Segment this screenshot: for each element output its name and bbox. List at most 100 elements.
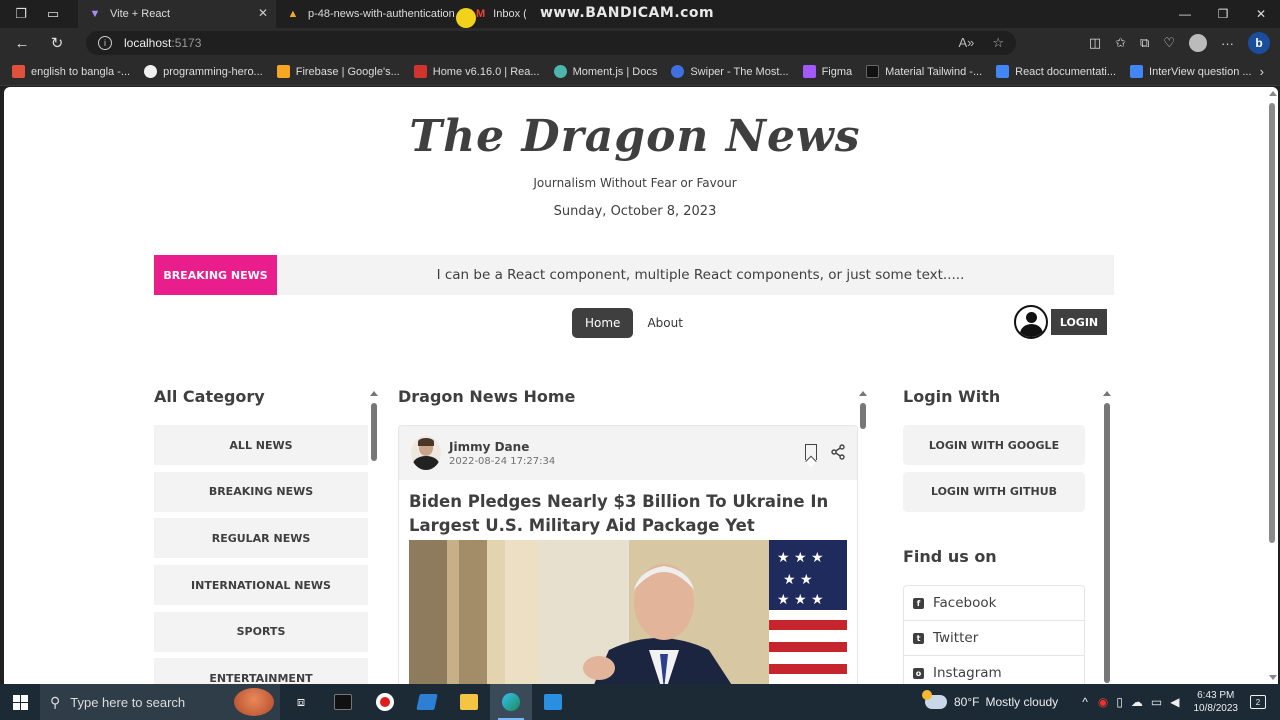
file-explorer-icon[interactable] (448, 684, 490, 720)
bookmark-label: english to bangla -... (31, 65, 131, 78)
url-port: :5173 (171, 36, 202, 50)
category-sports[interactable]: SPORTS (154, 611, 368, 652)
bookmark-label: Material Tailwind -... (885, 65, 983, 78)
close-window-icon[interactable]: ✕ (1242, 0, 1280, 28)
published-date: 2022-08-24 17:27:34 (449, 455, 556, 467)
bandicam-app-icon[interactable] (364, 684, 406, 720)
bookmark-item[interactable]: React documentati... (996, 65, 1116, 78)
instagram-link[interactable]: o Instagram (904, 656, 1084, 684)
facebook-link[interactable]: f Facebook (904, 586, 1084, 621)
news-scrollbar[interactable] (859, 391, 867, 431)
bookmark-item[interactable]: english to bangla -... (12, 65, 130, 78)
back-icon[interactable]: ← (9, 30, 35, 56)
search-placeholder: Type here to search (70, 694, 186, 710)
show-hidden-icons[interactable]: ^ (1082, 695, 1088, 709)
url-field[interactable]: i localhost:5173 A» ☆ (86, 31, 1016, 55)
right-scrollbar[interactable] (1103, 391, 1111, 683)
weather-temp[interactable]: 80°F (954, 695, 979, 709)
weather-cloudy-icon[interactable] (922, 690, 947, 709)
instagram-icon: o (913, 667, 924, 679)
news-home-title: Dragon News Home (398, 387, 576, 406)
breaking-news-badge[interactable]: BREAKING NEWS (154, 255, 277, 295)
terminal-app-icon[interactable] (322, 684, 364, 720)
bookmark-item[interactable]: Material Tailwind -... (866, 65, 982, 78)
page-scrollbar[interactable] (1266, 87, 1278, 684)
favorites-icon[interactable]: ✩ (1115, 35, 1126, 51)
category-breaking-news[interactable]: BREAKING NEWS (154, 471, 368, 512)
favorite-star-icon[interactable]: ☆ (992, 35, 1004, 51)
split-screen-icon[interactable]: ◫ (1089, 35, 1101, 51)
moment-icon (553, 65, 567, 78)
collections-icon[interactable]: ⧉ (1140, 35, 1149, 51)
author-name: Jimmy Dane (449, 439, 530, 454)
minimize-icon[interactable]: — (1166, 0, 1204, 28)
search-highlight-icon (234, 688, 274, 716)
user-avatar-icon[interactable] (1014, 305, 1048, 339)
notes-app-icon[interactable] (406, 684, 448, 720)
weather-desc[interactable]: Mostly cloudy (985, 695, 1058, 709)
workspaces-icon[interactable]: ❐ (10, 3, 32, 25)
all-category-title: All Category (154, 387, 265, 406)
author-avatar (411, 436, 441, 470)
category-international-news[interactable]: INTERNATIONAL NEWS (154, 565, 368, 606)
vite-icon: ▼ (89, 8, 101, 20)
read-aloud-icon[interactable]: A» (958, 35, 974, 51)
github-icon (144, 65, 158, 78)
more-menu-icon[interactable]: ··· (1221, 36, 1234, 51)
login-with-title: Login With (903, 387, 1001, 406)
maximize-icon[interactable]: ❐ (1204, 0, 1242, 28)
nav-about-link[interactable]: About (647, 316, 682, 330)
info-icon[interactable]: i (98, 36, 112, 50)
news-image: ★ ★ ★ ★ ★ ★ ★ ★ (409, 540, 847, 684)
start-button[interactable] (0, 684, 40, 720)
tab-news-auth[interactable]: ▲ p-48-news-with-authentication (276, 0, 466, 28)
chevron-right-icon[interactable]: › (1260, 64, 1264, 79)
bookmark-item[interactable]: Swiper - The Most... (671, 65, 789, 78)
category-entertainment[interactable]: ENTERTAINMENT (154, 658, 368, 684)
volume-icon[interactable]: ◀ (1170, 695, 1179, 709)
profile-avatar[interactable] (1189, 34, 1207, 52)
close-tab-icon[interactable]: ✕ (258, 6, 268, 20)
login-with-google-button[interactable]: LOGIN WITH GOOGLE (903, 425, 1085, 465)
bookmark-icon[interactable] (805, 444, 817, 460)
social-label: Facebook (933, 595, 997, 611)
social-label: Instagram (933, 665, 1002, 681)
bing-copilot-icon[interactable]: b (1248, 32, 1270, 54)
bookmark-item[interactable]: programming-hero... (144, 65, 263, 78)
refresh-icon[interactable]: ↻ (44, 30, 70, 56)
nav-home-link[interactable]: Home (572, 308, 634, 338)
news-card[interactable]: Jimmy Dane 2022-08-24 17:27:34 Biden Ple… (398, 425, 858, 684)
facebook-icon: f (913, 597, 924, 609)
bookmark-label: React documentati... (1015, 65, 1117, 78)
tab-actions-icon[interactable]: ▭ (42, 3, 64, 25)
vscode-icon[interactable] (532, 684, 574, 720)
bookmark-item[interactable]: Home v6.16.0 | Rea... (413, 65, 540, 78)
firebase-icon: ▲ (287, 8, 299, 20)
device-icon[interactable]: ▯ (1116, 695, 1123, 709)
taskbar-search[interactable]: ⚲ Type here to search (40, 684, 280, 720)
login-button[interactable]: LOGIN (1051, 309, 1107, 335)
share-icon[interactable] (831, 444, 845, 460)
bookmark-item[interactable]: Moment.js | Docs (553, 65, 657, 78)
edge-browser-icon[interactable] (490, 684, 532, 720)
clock[interactable]: 6:43 PM 10/8/2023 (1194, 689, 1239, 715)
network-icon[interactable]: ▭ (1151, 695, 1162, 709)
bookmark-label: InterView question ... (1149, 65, 1252, 78)
task-view-icon[interactable]: ⧈ (280, 684, 322, 720)
news-headline[interactable]: Biden Pledges Nearly $3 Billion To Ukrai… (399, 480, 857, 538)
notifications-icon[interactable]: 2 (1250, 695, 1266, 709)
category-regular-news[interactable]: REGULAR NEWS (154, 518, 368, 559)
current-date: Sunday, October 8, 2023 (553, 204, 717, 219)
tab-vite-react[interactable]: ▼ Vite + React ✕ (78, 0, 276, 28)
onedrive-icon[interactable]: ☁ (1131, 695, 1143, 709)
bookmark-item[interactable]: Firebase | Google's... (276, 65, 400, 78)
performance-icon[interactable]: ♡ (1163, 35, 1175, 51)
category-all-news[interactable]: ALL NEWS (154, 425, 368, 465)
category-scrollbar[interactable] (370, 391, 378, 461)
record-icon[interactable]: ◉ (1098, 695, 1108, 709)
twitter-link[interactable]: t Twitter (904, 621, 1084, 656)
login-with-github-button[interactable]: LOGIN WITH GITHUB (903, 471, 1085, 512)
bookmark-item[interactable]: InterView question ... (1130, 65, 1252, 78)
news-card-header: Jimmy Dane 2022-08-24 17:27:34 (399, 426, 857, 480)
bookmark-item[interactable]: Figma (802, 65, 852, 78)
